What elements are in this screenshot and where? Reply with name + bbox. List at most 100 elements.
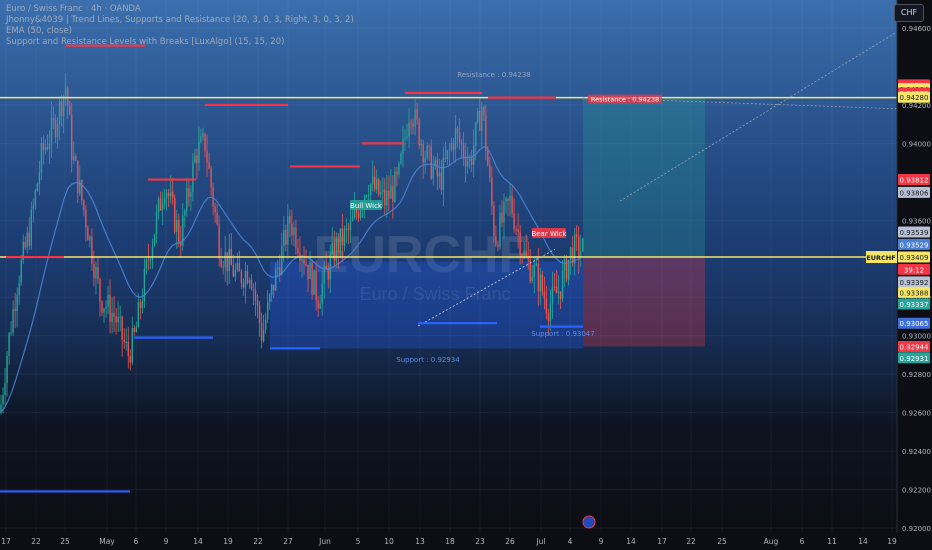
candle-body <box>578 236 580 257</box>
time-tick: 14 <box>858 537 868 546</box>
price-label: 0.93392 <box>900 279 929 287</box>
price-label: 0.94280 <box>900 94 929 102</box>
candle-body <box>394 171 396 202</box>
candle-body <box>111 312 113 322</box>
candle-body <box>279 267 281 275</box>
candle-body <box>353 209 356 218</box>
candle-body <box>436 159 439 177</box>
time-tick: Jun <box>318 537 331 546</box>
candle-body <box>270 284 273 295</box>
candle-body <box>365 195 368 197</box>
candle-body <box>561 271 564 299</box>
price-label: 0.93065 <box>900 320 929 328</box>
candle-body <box>262 329 265 341</box>
candle-body <box>475 121 477 146</box>
time-tick: May <box>99 537 115 546</box>
legend-trendlines[interactable]: Jhonny&4039 | Trend Lines, Supports and … <box>6 15 354 26</box>
candle-body <box>289 216 291 224</box>
candle-body <box>481 106 483 131</box>
candle-body <box>367 195 370 197</box>
candle-body <box>208 162 210 169</box>
candle-body <box>462 144 465 157</box>
time-tick: 6 <box>134 537 139 546</box>
symbol-tag: EURCHF <box>866 254 895 262</box>
candle-body <box>123 339 125 343</box>
candle-body <box>99 279 101 302</box>
candle-body <box>77 160 79 194</box>
candle-body <box>8 333 10 356</box>
candle-body <box>18 282 20 296</box>
candle-body <box>202 133 204 137</box>
candle-body <box>543 291 546 299</box>
candle-body <box>12 308 14 333</box>
candle-body <box>143 268 146 302</box>
candle-body <box>345 228 348 230</box>
price-label: 0.93409 <box>900 254 929 262</box>
candle-body <box>293 227 295 236</box>
candle-body <box>408 122 410 137</box>
time-tick: 9 <box>164 537 169 546</box>
candle-body <box>321 283 323 304</box>
candle-body <box>54 119 57 137</box>
candle-body <box>52 117 55 120</box>
candle-body <box>410 122 412 124</box>
candle-body <box>85 210 87 228</box>
candle-body <box>169 191 172 197</box>
candle-body <box>109 295 111 322</box>
currency-button[interactable]: CHF <box>894 4 924 22</box>
time-tick: Jul <box>535 537 545 546</box>
candle-body <box>194 155 196 163</box>
candle-body <box>416 108 418 120</box>
price-tick: 0.92200 <box>902 487 931 495</box>
candle-body <box>62 95 65 117</box>
candle-body <box>388 190 390 199</box>
candle-body <box>376 179 378 190</box>
price-tick: 0.93600 <box>902 217 931 225</box>
candle-body <box>351 217 354 221</box>
candle-body <box>113 312 115 317</box>
legend-symbol[interactable]: Euro / Swiss Franc · 4h · OANDA <box>6 4 354 15</box>
legend-luxalgo[interactable]: Support and Resistance Levels with Break… <box>6 37 354 48</box>
candle-body <box>206 151 208 163</box>
price-tick: 0.93000 <box>902 333 931 341</box>
candle-body <box>285 229 287 245</box>
price-label: 0.93806 <box>900 189 929 197</box>
candle-body <box>283 229 285 246</box>
candle-body <box>531 276 533 282</box>
candle-body <box>178 220 180 242</box>
time-tick: 9 <box>599 537 604 546</box>
candle-body <box>204 133 206 152</box>
candle-body <box>252 288 255 291</box>
candle-body <box>576 234 578 237</box>
candle-body <box>428 145 430 147</box>
candle-body <box>176 220 178 232</box>
price-label: 0.93539 <box>900 229 929 237</box>
candle-body <box>125 342 127 344</box>
candle-body <box>495 236 497 245</box>
legend-ema[interactable]: EMA (50, close) <box>6 26 354 37</box>
candle-body <box>507 198 509 201</box>
time-tick: Aug <box>764 537 779 546</box>
candle-body <box>557 291 560 293</box>
candle-body <box>6 355 8 384</box>
candle-body <box>38 172 41 185</box>
candle-body <box>549 303 552 321</box>
candle-body <box>81 180 83 201</box>
chart-stage[interactable]: EURCHF Euro / Swiss Franc Resistance : 0.9… <box>0 0 932 550</box>
candle-body <box>551 286 554 304</box>
candle-body <box>307 264 309 280</box>
candle-body <box>569 247 572 260</box>
time-tick: 19 <box>223 537 233 546</box>
time-tick: 23 <box>475 537 485 546</box>
candle-body <box>32 205 35 210</box>
candle-body <box>198 142 200 164</box>
time-tick: 10 <box>384 537 394 546</box>
candle-body <box>452 142 455 150</box>
candle-body <box>341 228 344 246</box>
candle-body <box>117 316 119 323</box>
candle-body <box>91 236 93 264</box>
candle-body <box>448 149 451 151</box>
candle-body <box>505 198 507 202</box>
price-chart[interactable]: EURCHFEuro / Swiss FrancResistance : 0.9… <box>0 0 932 550</box>
candle-body <box>222 266 224 268</box>
